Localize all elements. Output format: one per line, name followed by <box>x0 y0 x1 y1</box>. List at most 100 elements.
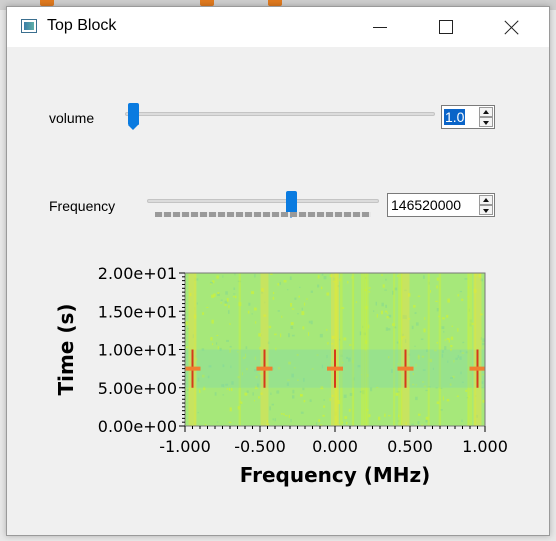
noise-speck <box>343 337 347 341</box>
noise-speck <box>424 317 426 320</box>
noise-speck <box>216 334 219 337</box>
noise-speck <box>444 346 447 350</box>
noise-speck <box>465 389 468 392</box>
noise-speck <box>461 419 463 423</box>
noise-speck <box>228 305 230 309</box>
noise-speck <box>302 326 305 330</box>
noise-speck <box>197 412 199 414</box>
noise-speck <box>323 276 327 280</box>
noise-speck <box>436 285 438 289</box>
noise-speck <box>395 392 399 396</box>
noise-speck <box>216 275 219 279</box>
noise-speck <box>284 415 288 417</box>
noise-speck <box>317 284 320 288</box>
noise-speck <box>211 319 214 324</box>
noise-speck <box>482 342 485 346</box>
noise-speck <box>417 295 421 297</box>
noise-speck <box>254 274 256 278</box>
noise-speck <box>388 314 392 318</box>
noise-speck <box>255 321 257 324</box>
noise-speck <box>244 392 248 396</box>
noise-speck <box>442 317 445 320</box>
signal-cross <box>327 366 343 371</box>
noise-speck <box>226 298 229 302</box>
noise-speck <box>442 396 444 401</box>
noise-speck <box>429 289 432 293</box>
noise-speck <box>446 398 450 402</box>
noise-speck <box>206 306 209 308</box>
waterfall-plot[interactable]: -1.000 -0.500 0.000 0.500 1.000 2.00e+01 1.50e… <box>7 7 549 535</box>
noise-speck <box>292 389 295 394</box>
noise-speck <box>294 297 297 300</box>
noise-speck <box>246 390 249 394</box>
noise-speck <box>308 332 310 336</box>
noise-speck <box>300 394 303 397</box>
noise-speck <box>303 400 306 403</box>
noise-speck <box>220 299 223 301</box>
noise-speck <box>411 423 414 426</box>
noise-speck <box>253 307 257 311</box>
noise-speck <box>280 413 283 415</box>
noise-speck <box>368 287 371 289</box>
noise-speck <box>425 389 428 392</box>
noise-speck <box>344 416 348 420</box>
noise-speck <box>461 298 464 301</box>
noise-speck <box>247 310 250 314</box>
noise-speck <box>302 387 305 391</box>
noise-speck <box>326 292 330 296</box>
noise-speck <box>217 346 219 350</box>
noise-speck <box>270 392 272 396</box>
noise-speck <box>229 407 232 412</box>
noise-speck <box>232 295 235 298</box>
noise-speck <box>272 291 275 295</box>
noise-speck <box>209 283 212 285</box>
noise-speck <box>387 328 391 331</box>
noise-speck <box>306 298 308 300</box>
noise-speck <box>288 414 290 418</box>
noise-speck <box>222 394 225 396</box>
noise-speck <box>303 302 306 306</box>
y-tick-label: 1.50e+01 <box>98 302 177 321</box>
noise-speck <box>443 330 445 333</box>
noise-speck <box>413 304 416 308</box>
noise-speck <box>348 408 351 412</box>
noise-speck <box>422 275 425 279</box>
noise-speck <box>423 328 426 333</box>
y-tick-label: 2.00e+01 <box>98 264 177 283</box>
noise-speck <box>252 392 254 396</box>
noise-speck <box>384 413 386 418</box>
noise-speck <box>274 333 277 336</box>
noise-speck <box>196 278 199 281</box>
noise-speck <box>299 286 301 288</box>
noise-speck <box>457 328 459 332</box>
noise-speck <box>435 300 438 302</box>
noise-speck <box>450 345 453 348</box>
noise-speck <box>291 308 295 310</box>
noise-speck <box>310 290 314 293</box>
noise-speck <box>376 313 378 318</box>
noise-speck <box>213 293 216 298</box>
noise-speck <box>459 290 463 293</box>
noise-speck <box>386 312 389 314</box>
noise-speck <box>347 281 349 284</box>
noise-speck <box>417 421 420 425</box>
noise-speck <box>310 320 313 325</box>
noise-speck <box>214 392 217 396</box>
noise-speck <box>234 295 237 299</box>
noise-speck <box>355 301 358 303</box>
noise-speck <box>251 291 255 295</box>
x-tick-label: 1.000 <box>462 437 508 456</box>
noise-speck <box>441 326 445 330</box>
noise-speck <box>308 320 311 324</box>
noise-speck <box>209 281 213 284</box>
noise-speck <box>297 313 299 315</box>
noise-speck <box>380 310 383 315</box>
waterfall-image <box>185 273 485 426</box>
noise-speck <box>248 302 251 306</box>
noise-speck <box>282 413 285 415</box>
noise-speck <box>220 302 222 304</box>
noise-speck <box>268 325 272 329</box>
noise-speck <box>228 421 232 423</box>
noise-speck <box>277 283 280 286</box>
noise-speck <box>251 313 253 315</box>
